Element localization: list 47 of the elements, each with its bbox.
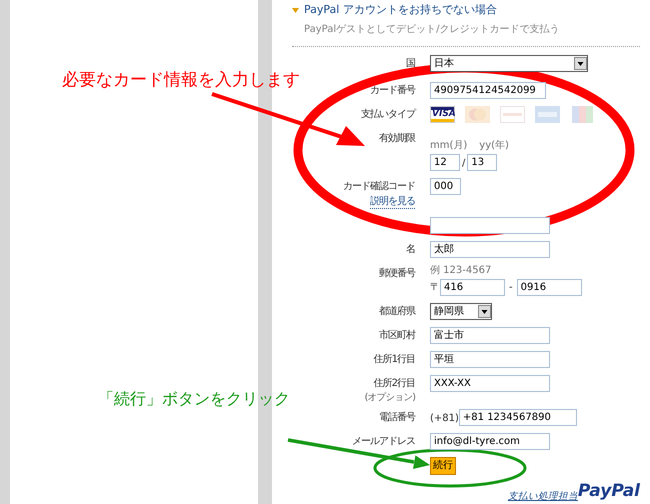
field-label: メールアドレス <box>352 434 415 448</box>
field-label: 国 <box>406 56 415 70</box>
field-caption: mm(月) <box>430 140 468 152</box>
input-field[interactable]: 0916 <box>516 278 582 296</box>
input-field[interactable]: XXX-XX <box>430 374 550 392</box>
submit-button[interactable]: 続行 <box>430 456 456 474</box>
caret-icon <box>478 304 491 318</box>
field-label: 住所1行目 <box>374 352 415 366</box>
caret-icon <box>574 56 587 70</box>
input-field[interactable]: 416 <box>440 278 505 296</box>
separator: / <box>462 156 466 170</box>
section-subtitle: PayPalゲストとしてデビット/クレジットカードで支払う <box>304 22 560 36</box>
triangle-icon <box>292 8 299 13</box>
field-label: カード番号 <box>370 84 415 98</box>
input-field[interactable]: info@dl-tyre.com <box>430 432 550 450</box>
dropdown[interactable]: 静岡県 <box>430 302 492 320</box>
field-label: 名 <box>406 242 415 256</box>
field-note: (オプション) <box>364 392 415 402</box>
annotation-text: 必要なカード情報を入力します <box>62 69 300 92</box>
paypal-logo: PayPal <box>578 480 640 502</box>
input-field[interactable]: 4909754124542099 <box>430 82 546 98</box>
input-field[interactable]: 平垣 <box>430 350 550 368</box>
field-label: 電話番号 <box>379 410 415 424</box>
field-label: 郵便番号 <box>379 266 415 280</box>
section-title: PayPal アカウントをお持ちでない場合 <box>304 2 497 18</box>
field-caption: yy(年) <box>479 140 509 152</box>
example-text: 例 123-4567 <box>430 264 492 276</box>
postal-mark: 〒 <box>430 280 440 294</box>
input-field[interactable]: 000 <box>430 178 461 194</box>
field-label: 市区町村 <box>379 328 415 342</box>
input-field[interactable]: 富士市 <box>430 326 550 344</box>
input-field[interactable] <box>430 216 550 234</box>
field-label: カード確認コード <box>343 180 415 194</box>
separator: - <box>509 280 513 294</box>
input-field[interactable]: 13 <box>467 154 498 170</box>
annotation-text: 「続行」ボタンをクリック <box>98 388 290 410</box>
help-link[interactable]: 説明を見る <box>370 194 415 208</box>
input-field[interactable]: 太郎 <box>430 240 550 258</box>
field-label: 都道府県 <box>379 304 415 318</box>
input-field[interactable]: 12 <box>430 154 460 170</box>
phone-prefix: (+81) <box>430 412 459 426</box>
dropdown[interactable]: 日本 <box>430 54 588 72</box>
input-field[interactable]: +81 1234567890 <box>458 408 577 426</box>
field-label: 有効期限 <box>379 132 415 146</box>
field-label: 支払いタイプ <box>361 108 415 122</box>
field-label: 住所2行目 <box>374 376 415 390</box>
footer-caption: 支払い処理担当 <box>508 490 578 504</box>
